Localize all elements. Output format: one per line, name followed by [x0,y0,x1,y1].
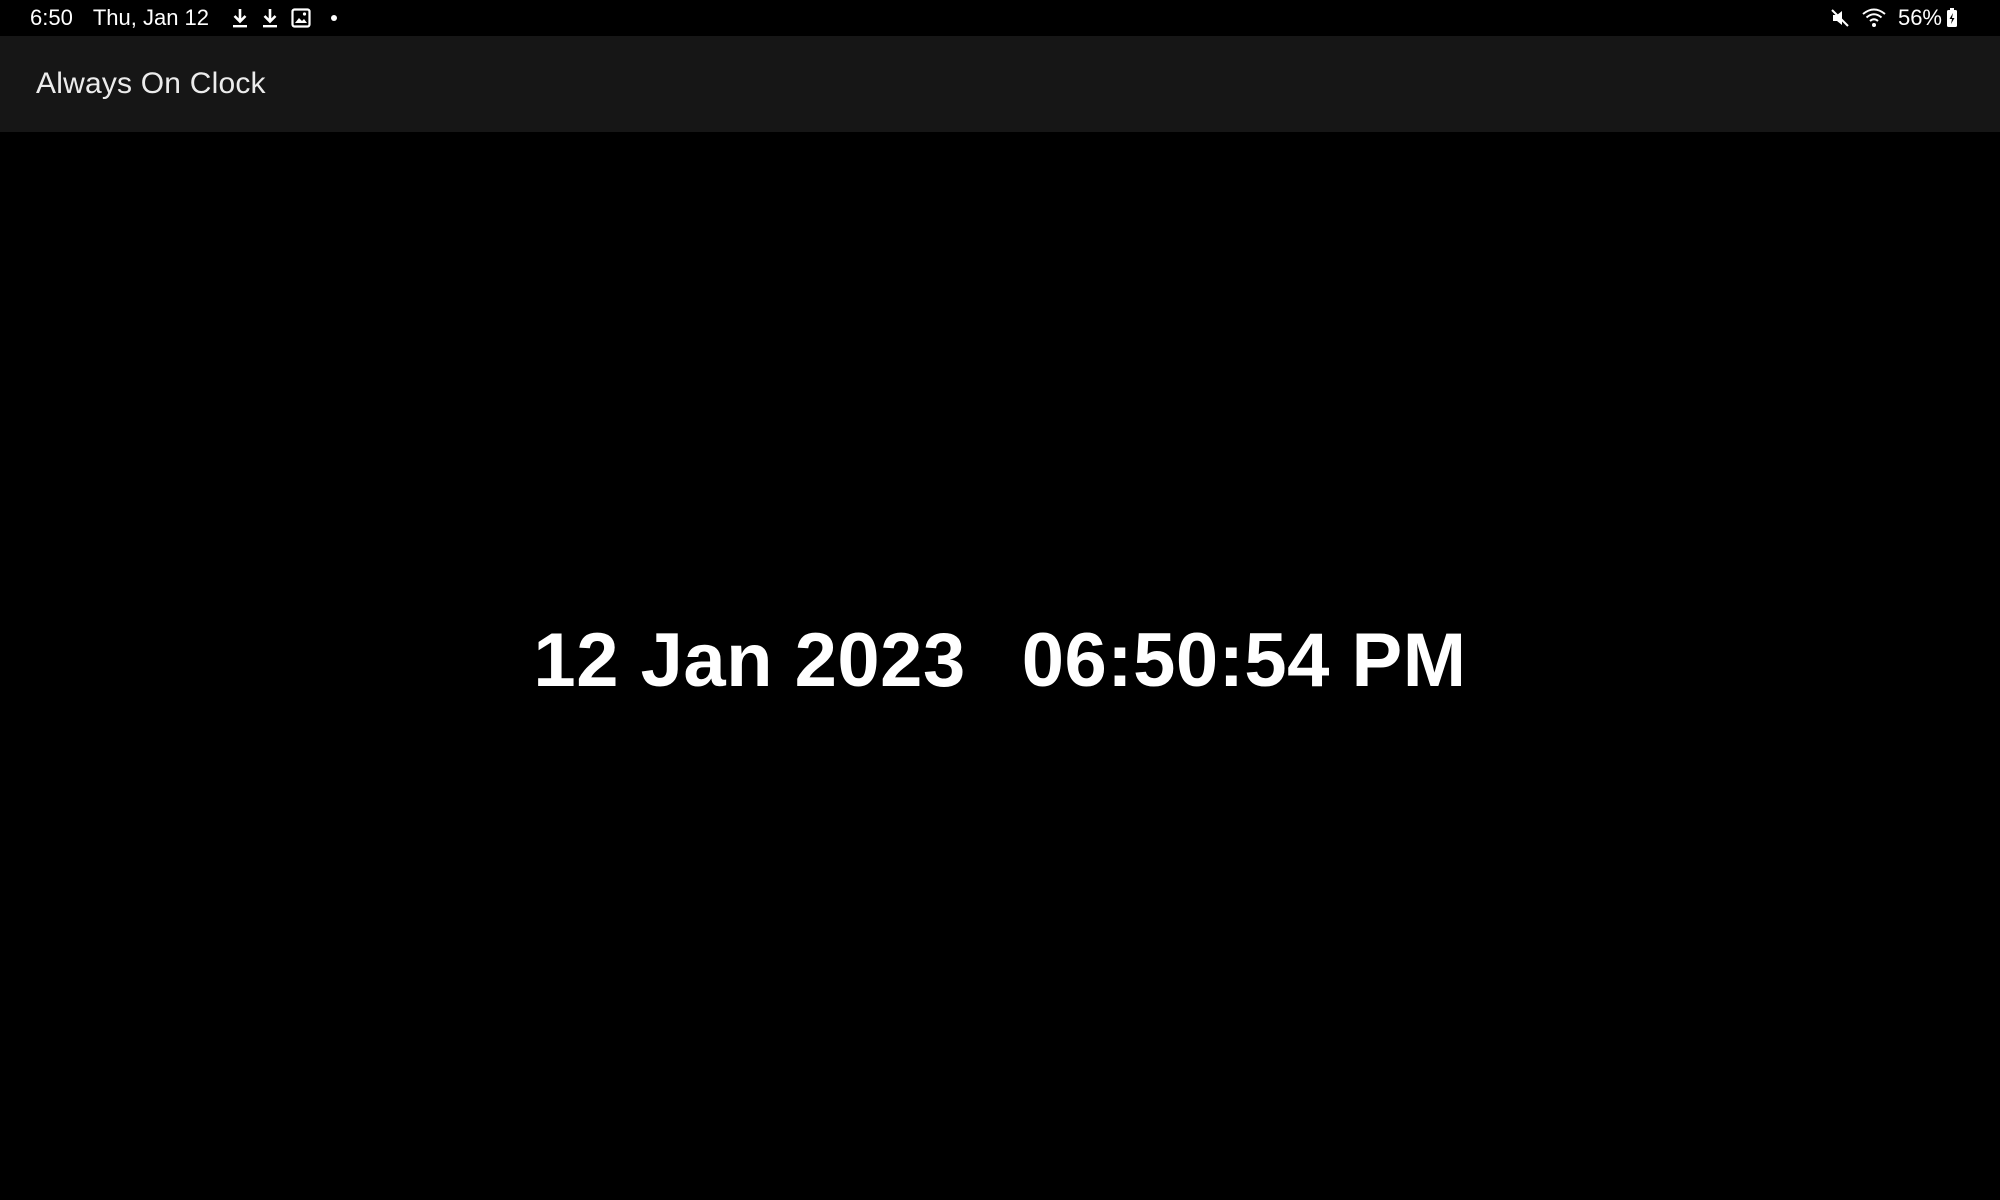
download-icon [231,7,249,29]
status-bar-left: 6:50 Thu, Jan 12 [30,5,338,31]
clock-screen[interactable]: 12 Jan 2023 06:50:54 PM [0,132,2000,1200]
mute-icon [1830,8,1850,28]
app-bar: Always On Clock [0,36,2000,132]
battery-charging-icon [1946,8,1958,28]
wifi-icon [1862,8,1886,28]
clock-display: 12 Jan 2023 06:50:54 PM [0,617,2000,704]
download-icon [261,7,279,29]
status-bar-right: 56% [1830,5,1970,31]
clock-time: 06:50:54 PM [1021,618,1467,703]
status-date: Thu, Jan 12 [92,5,210,30]
status-bar: 6:50 Thu, Jan 12 56% [0,0,2000,36]
clock-date: 12 Jan 2023 [533,618,966,703]
app-title: Always On Clock [36,67,266,100]
battery-percent: 56% [1897,5,1942,30]
image-icon [291,8,311,28]
status-time: 6:50 [30,5,73,30]
dot-icon [331,15,338,21]
